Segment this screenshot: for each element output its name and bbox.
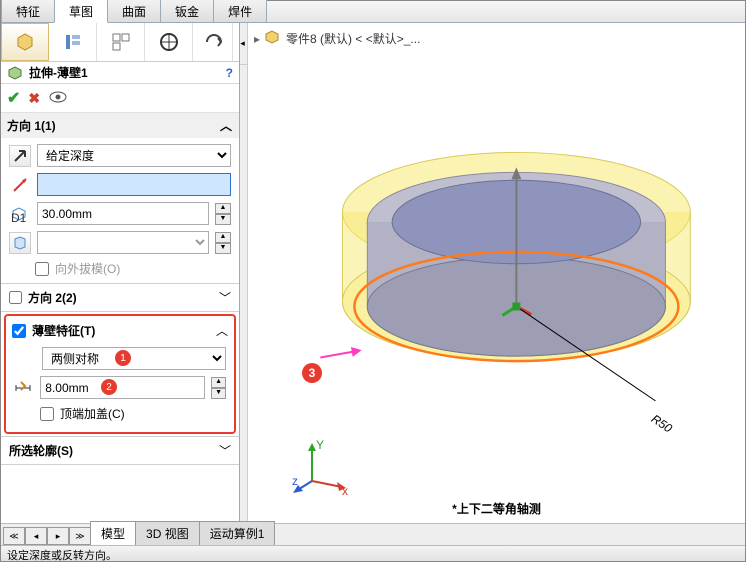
thickness-input[interactable] xyxy=(40,376,205,399)
cap-ends-label: 顶端加盖(C) xyxy=(60,405,125,422)
svg-text:z: z xyxy=(292,474,298,488)
collapse-icon: ︿ xyxy=(216,322,228,339)
panel-splitter[interactable]: ◂ xyxy=(240,23,248,545)
breadcrumb-arrow-icon: ▸ xyxy=(254,32,260,46)
config-manager-tab-icon[interactable] xyxy=(97,23,145,61)
confirm-row: ✔ ✖ xyxy=(1,84,239,113)
depth-spinner[interactable]: ▲▼ xyxy=(215,203,231,225)
thin-type-select[interactable]: 两侧对称 xyxy=(42,347,226,370)
thin-feature-checkbox[interactable] xyxy=(12,324,26,338)
tab-weldment[interactable]: 焊件 xyxy=(213,0,267,22)
thin-feature-label: 薄壁特征(T) xyxy=(32,322,95,339)
tab-nav-prev[interactable]: ◂ xyxy=(25,527,47,545)
tab-surface[interactable]: 曲面 xyxy=(107,0,161,22)
breadcrumb-text: 零件8 (默认) < <默认>_... xyxy=(286,30,420,47)
dim-manager-tab-icon[interactable] xyxy=(145,23,193,61)
callout-1: 1 xyxy=(115,350,131,366)
reverse-direction-icon[interactable] xyxy=(9,145,31,167)
view-triad-icon: Y x z xyxy=(292,437,352,497)
direction1-section: 方向 1(1) ︿ 给定深度 D1 ▲▼ xyxy=(1,113,239,284)
draft-icon[interactable] xyxy=(9,232,31,254)
splitter-handle-icon[interactable]: ◂ xyxy=(240,23,247,65)
tab-nav-last[interactable]: ≫ xyxy=(69,527,91,545)
draft-select[interactable] xyxy=(37,231,209,254)
selected-contours-label: 所选轮廓(S) xyxy=(9,442,73,459)
feature-manager-tab-icon[interactable] xyxy=(1,23,49,61)
bottom-tab-3dview[interactable]: 3D 视图 xyxy=(135,521,200,545)
panel-tab-icons xyxy=(1,23,239,62)
property-manager: 拉伸-薄壁1 ? ✔ ✖ 方向 1(1) ︿ 给定深度 xyxy=(1,23,240,545)
ok-button[interactable]: ✔ xyxy=(7,88,20,108)
bottom-tab-strip: ≪ ◂ ▸ ≫ 模型 3D 视图 运动算例1 xyxy=(1,523,745,545)
extrude-icon xyxy=(7,65,25,81)
direction2-section[interactable]: 方向 2(2) ﹀ xyxy=(1,284,239,312)
feature-title: 拉伸-薄壁1 xyxy=(29,64,226,81)
expand-icon: ﹀ xyxy=(219,442,231,459)
overflow-tab-icon[interactable] xyxy=(193,23,233,61)
direction2-checkbox[interactable] xyxy=(9,291,22,304)
feature-title-row: 拉伸-薄壁1 ? xyxy=(1,62,239,84)
cancel-button[interactable]: ✖ xyxy=(28,90,40,107)
thickness-spinner[interactable]: ▲▼ xyxy=(211,377,226,399)
depth-icon: D1 xyxy=(9,203,31,225)
top-tab-strip: 特征 草图 曲面 钣金 焊件 xyxy=(1,1,745,23)
view-orientation-label: *上下二等角轴测 xyxy=(452,500,541,517)
breadcrumb[interactable]: ▸ 零件8 (默认) < <默认>_... xyxy=(254,29,420,48)
status-bar: 设定深度或反转方向。 xyxy=(1,545,745,561)
direction-vector-icon xyxy=(9,174,31,196)
depth-input[interactable] xyxy=(37,202,209,225)
radius-dimension: R50 xyxy=(649,412,675,436)
thin-feature-section: 薄壁特征(T) ︿ 两侧对称 1 2 ▲▼ 顶端加盖(C) xyxy=(4,314,236,434)
graphics-viewport[interactable]: ▸ 零件8 (默认) < <默认>_... R50 xyxy=(248,23,745,545)
help-button[interactable]: ? xyxy=(226,66,233,80)
tab-sheetmetal[interactable]: 钣金 xyxy=(160,0,214,22)
draft-outward-checkbox[interactable] xyxy=(35,262,49,276)
model-canvas[interactable]: R50 xyxy=(258,63,735,480)
expand-icon: ﹀ xyxy=(219,289,231,306)
thickness-icon xyxy=(14,377,34,399)
tab-sketch[interactable]: 草图 xyxy=(54,0,108,23)
svg-text:x: x xyxy=(342,484,348,497)
detailed-preview-icon[interactable] xyxy=(48,90,68,107)
tab-feature[interactable]: 特征 xyxy=(1,0,55,22)
direction1-header[interactable]: 方向 1(1) ︿ xyxy=(1,113,239,138)
part-icon xyxy=(264,29,282,48)
bottom-tab-model[interactable]: 模型 xyxy=(90,521,136,545)
collapse-icon: ︿ xyxy=(219,117,233,134)
tab-nav-first[interactable]: ≪ xyxy=(3,527,25,545)
cap-ends-checkbox[interactable] xyxy=(40,407,54,421)
draft-spinner[interactable]: ▲▼ xyxy=(215,232,231,254)
callout-2: 2 xyxy=(101,379,117,395)
bottom-tab-motion[interactable]: 运动算例1 xyxy=(199,521,276,545)
callout-3: 3 xyxy=(302,363,322,383)
direction2-label: 方向 2(2) xyxy=(28,289,77,306)
tab-nav-next[interactable]: ▸ xyxy=(47,527,69,545)
direction-reference-input[interactable] xyxy=(37,173,231,196)
svg-text:D1: D1 xyxy=(11,211,27,223)
selected-contours-section[interactable]: 所选轮廓(S) ﹀ xyxy=(1,436,239,465)
end-condition-select[interactable]: 给定深度 xyxy=(37,144,231,167)
property-manager-tab-icon[interactable] xyxy=(49,23,97,61)
direction1-label: 方向 1(1) xyxy=(7,117,56,134)
svg-text:Y: Y xyxy=(316,438,324,452)
draft-outward-label: 向外拔模(O) xyxy=(55,260,120,277)
